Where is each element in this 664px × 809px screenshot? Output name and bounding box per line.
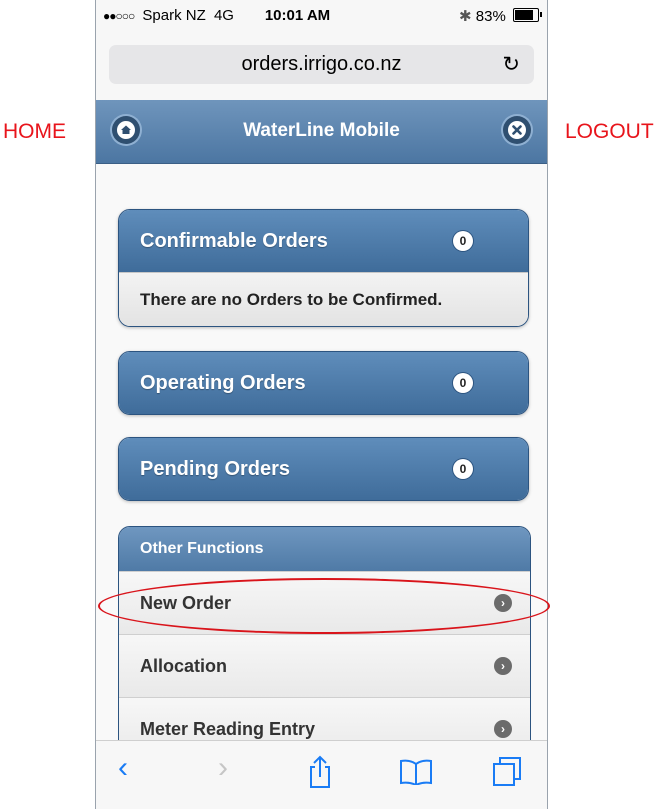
card-title: Pending Orders xyxy=(140,458,291,480)
count-badge: 0 xyxy=(453,459,473,479)
card-title: Confirmable Orders xyxy=(140,230,328,252)
close-icon xyxy=(508,121,526,139)
url-text: orders.irrigo.co.nz xyxy=(241,53,402,75)
logout-annotation: LOGOUT xyxy=(565,120,654,143)
app-header: WaterLine Mobile xyxy=(96,100,547,164)
chevron-right-icon: › xyxy=(494,594,512,612)
page-title: WaterLine Mobile xyxy=(243,120,400,141)
card-header[interactable]: Confirmable Orders 0 xyxy=(119,210,528,272)
back-icon[interactable]: ‹ xyxy=(118,751,128,785)
reload-icon[interactable]: ↻ xyxy=(502,45,520,84)
browser-toolbar: ‹ › xyxy=(96,740,547,809)
operating-orders-card[interactable]: Operating Orders 0 xyxy=(118,351,529,415)
confirmable-orders-card[interactable]: Confirmable Orders 0 There are no Orders… xyxy=(118,209,529,327)
share-icon[interactable] xyxy=(307,755,333,797)
tabs-icon[interactable] xyxy=(492,755,522,795)
forward-icon[interactable]: › xyxy=(218,751,228,785)
phone-screen: ●●○○○ Spark NZ 4G 10:01 AM ✱ 83% orders.… xyxy=(95,0,548,809)
card-message: There are no Orders to be Confirmed. xyxy=(119,272,528,326)
chevron-right-icon: › xyxy=(494,720,512,738)
list-header: Other Functions xyxy=(119,527,530,571)
main-content: Confirmable Orders 0 There are no Orders… xyxy=(96,164,547,760)
address-bar-area: orders.irrigo.co.nz ↻ xyxy=(96,28,547,100)
count-badge: 0 xyxy=(453,231,473,251)
address-bar[interactable]: orders.irrigo.co.nz ↻ xyxy=(109,45,534,84)
card-header[interactable]: Operating Orders 0 xyxy=(119,352,528,414)
battery-icon xyxy=(513,8,542,22)
status-bar: ●●○○○ Spark NZ 4G 10:01 AM ✱ 83% xyxy=(96,0,547,28)
bookmarks-icon[interactable] xyxy=(399,759,433,793)
new-order-item[interactable]: New Order › xyxy=(119,571,530,634)
other-functions-list: Other Functions New Order › Allocation ›… xyxy=(118,526,531,760)
count-badge: 0 xyxy=(453,373,473,393)
card-header[interactable]: Pending Orders 0 xyxy=(119,438,528,500)
list-item-label: Meter Reading Entry xyxy=(140,719,316,739)
list-item-label: New Order xyxy=(140,593,232,613)
list-item-label: Allocation xyxy=(140,656,228,676)
chevron-right-icon: › xyxy=(494,657,512,675)
logout-button[interactable] xyxy=(503,116,531,144)
home-annotation: HOME xyxy=(3,120,66,143)
bluetooth-icon: ✱ xyxy=(459,8,472,25)
card-title: Operating Orders xyxy=(140,372,306,394)
status-time: 10:01 AM xyxy=(264,7,331,24)
allocation-item[interactable]: Allocation › xyxy=(119,634,530,697)
pending-orders-card[interactable]: Pending Orders 0 xyxy=(118,437,529,501)
battery-percent: 83% xyxy=(475,8,506,25)
